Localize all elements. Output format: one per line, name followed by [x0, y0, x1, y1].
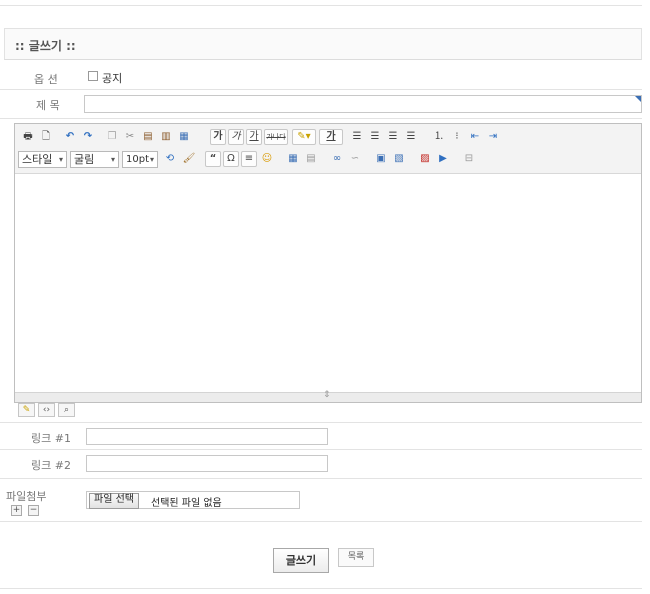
row-divider — [0, 521, 642, 522]
table-icon[interactable]: ▦ — [285, 151, 301, 167]
subject-label: 제 목 — [36, 99, 60, 112]
row-divider — [0, 89, 642, 90]
link-icon[interactable]: ∞ — [329, 151, 345, 167]
options-label: 옵 션 — [34, 73, 58, 86]
edit-mode-pencil-icon[interactable]: ✎ — [18, 403, 35, 417]
page-title: :: 글쓰기 :: — [15, 39, 76, 53]
flash-icon[interactable]: ▨ — [417, 151, 433, 167]
special-char-button[interactable]: Ω — [223, 151, 239, 167]
numbered-list-icon[interactable]: ⒈ — [431, 129, 447, 145]
paste-icon[interactable]: ▤ — [140, 129, 156, 145]
strikethrough-button[interactable]: 가나다 — [264, 129, 288, 145]
chevron-down-icon: ▾ — [110, 155, 115, 164]
link2-input[interactable] — [86, 455, 328, 472]
row-divider — [0, 449, 642, 450]
notice-label: 공지 — [102, 72, 123, 85]
notice-checkbox[interactable] — [88, 71, 98, 81]
align-left-icon[interactable]: ☰ — [349, 129, 365, 145]
style-select-label: 스타일 — [22, 153, 53, 166]
paste-text-icon[interactable]: ▥ — [158, 129, 174, 145]
corner-marker-icon — [635, 96, 641, 102]
font-color-button[interactable]: 가 — [319, 129, 343, 145]
image-icon[interactable]: ▣ — [373, 151, 389, 167]
align-center-icon[interactable]: ☰ — [367, 129, 383, 145]
select-all-icon[interactable]: ▦ — [176, 129, 192, 145]
size-select[interactable]: 10pt ▾ — [122, 151, 158, 168]
subject-input[interactable] — [84, 95, 642, 113]
size-select-label: 10pt — [126, 154, 149, 165]
unlink-icon[interactable]: ∽ — [347, 151, 363, 167]
undo-icon[interactable]: ↶ — [62, 129, 78, 145]
align-justify-icon[interactable]: ☰ — [403, 129, 419, 145]
blockquote-button[interactable]: “ — [205, 151, 221, 167]
resize-grip-icon: ⇕ — [323, 390, 331, 400]
file-status: 선택된 파일 없음 — [151, 498, 222, 509]
editor-resize-handle[interactable]: ⇕ — [15, 390, 641, 402]
underline-button[interactable]: 가 — [246, 129, 262, 145]
format-painter-icon[interactable]: 🖌 — [181, 151, 197, 167]
horizontal-rule-button[interactable]: ≡ — [241, 151, 257, 167]
add-file-button[interactable]: + — [11, 505, 22, 516]
editor-toolbar: 🖶 🗋 ↶ ↷ ❐ ✂ ▤ ▥ ▦ 가 가 가 가나다 ✎▾ 가 ☰ ☰ ☰ ☰… — [15, 124, 641, 174]
indent-icon[interactable]: ⇥ — [485, 129, 501, 145]
image-edit-icon[interactable]: ▧ — [391, 151, 407, 167]
align-right-icon[interactable]: ☰ — [385, 129, 401, 145]
emoticon-icon[interactable]: ☺ — [259, 151, 275, 167]
row-divider — [0, 422, 642, 423]
row-divider — [0, 478, 642, 479]
attach-label: 파일첨부 — [6, 490, 47, 503]
italic-button[interactable]: 가 — [228, 129, 244, 145]
row-divider — [0, 118, 642, 119]
page-break-icon[interactable]: ⊟ — [461, 151, 477, 167]
link1-label: 링크 #1 — [31, 432, 71, 445]
editor-content-area[interactable] — [15, 174, 641, 393]
link2-label: 링크 #2 — [31, 459, 71, 472]
outdent-icon[interactable]: ⇤ — [467, 129, 483, 145]
remove-file-button[interactable]: − — [28, 505, 39, 516]
cut-icon[interactable]: ✂ — [122, 129, 138, 145]
redo-icon[interactable]: ↷ — [80, 129, 96, 145]
font-select-label: 굴림 — [74, 153, 95, 166]
preview-magnifier-icon[interactable]: ⌕ — [58, 403, 75, 417]
editor-mode-bar: ✎ ‹› ⌕ — [18, 403, 82, 417]
copy-icon[interactable]: ❐ — [104, 129, 120, 145]
top-divider — [0, 5, 642, 6]
submit-button[interactable]: 글쓰기 — [273, 548, 329, 573]
new-page-icon[interactable]: 🗋 — [38, 129, 54, 145]
bold-button[interactable]: 가 — [210, 129, 226, 145]
html-source-code-icon[interactable]: ‹› — [38, 403, 55, 417]
table-props-icon[interactable]: ▤ — [303, 151, 319, 167]
file-input[interactable]: 파일 선택 선택된 파일 없음 — [86, 491, 300, 509]
highlight-color-button[interactable]: ✎▾ — [292, 129, 316, 145]
rich-text-editor: 🖶 🗋 ↶ ↷ ❐ ✂ ▤ ▥ ▦ 가 가 가 가나다 ✎▾ 가 ☰ ☰ ☰ ☰… — [14, 123, 642, 403]
bottom-divider — [0, 588, 642, 589]
print-icon[interactable]: 🖶 — [20, 129, 36, 145]
page-header: :: 글쓰기 :: — [4, 28, 642, 60]
link1-input[interactable] — [86, 428, 328, 445]
list-button[interactable]: 목록 — [338, 548, 374, 567]
style-select[interactable]: 스타일 ▾ — [18, 151, 67, 168]
chevron-down-icon: ▾ — [58, 155, 63, 164]
choose-file-button[interactable]: 파일 선택 — [89, 493, 139, 509]
bullet-list-icon[interactable]: ⁝ — [449, 129, 465, 145]
font-select[interactable]: 굴림 ▾ — [70, 151, 119, 168]
media-play-icon[interactable]: ▶ — [435, 151, 451, 167]
chevron-down-icon: ▾ — [149, 155, 154, 164]
find-replace-icon[interactable]: ⟲ — [162, 151, 178, 167]
